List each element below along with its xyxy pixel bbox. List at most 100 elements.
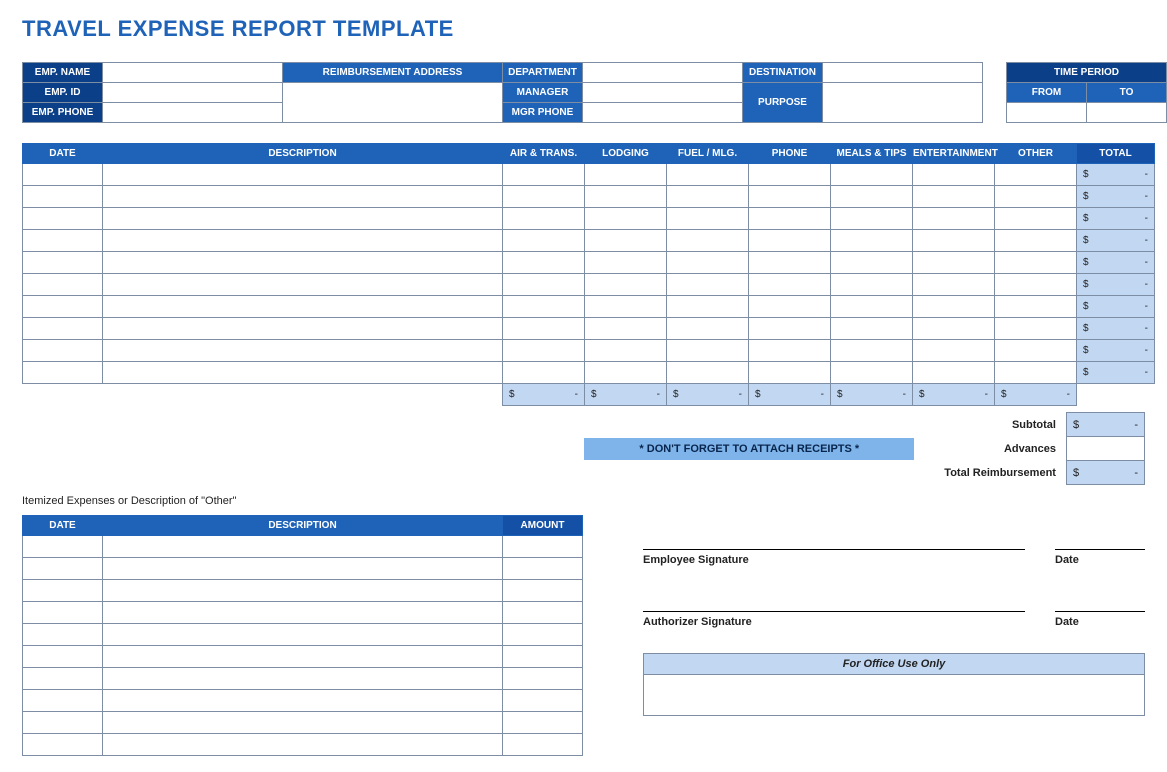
expense-cell[interactable] [103,164,503,186]
expense-cell[interactable] [585,208,667,230]
expense-cell[interactable] [667,186,749,208]
expense-cell[interactable] [749,362,831,384]
expense-cell[interactable] [23,274,103,296]
expense-cell[interactable] [913,340,995,362]
to-field[interactable] [1087,103,1167,123]
expense-cell[interactable] [831,340,913,362]
expense-cell[interactable] [831,164,913,186]
other-cell[interactable] [23,690,103,712]
expense-cell[interactable] [995,340,1077,362]
other-cell[interactable] [503,624,583,646]
expense-cell[interactable] [503,186,585,208]
expense-cell[interactable] [995,252,1077,274]
other-cell[interactable] [103,580,503,602]
other-cell[interactable] [503,536,583,558]
other-cell[interactable] [103,712,503,734]
employee-sig-date-line[interactable]: Date [1055,549,1145,566]
other-cell[interactable] [23,624,103,646]
expense-cell[interactable] [503,208,585,230]
expense-cell[interactable] [749,186,831,208]
expense-cell[interactable] [913,230,995,252]
expense-cell[interactable] [749,208,831,230]
employee-signature-line[interactable]: Employee Signature [643,549,1025,566]
other-cell[interactable] [103,690,503,712]
expense-cell[interactable] [503,230,585,252]
other-cell[interactable] [23,646,103,668]
expense-cell[interactable] [667,252,749,274]
other-cell[interactable] [23,712,103,734]
expense-cell[interactable] [23,362,103,384]
advances-value[interactable] [1066,437,1144,461]
expense-cell[interactable] [503,318,585,340]
expense-cell[interactable] [995,186,1077,208]
other-cell[interactable] [503,668,583,690]
expense-cell[interactable] [103,230,503,252]
other-cell[interactable] [103,558,503,580]
other-cell[interactable] [503,646,583,668]
expense-cell[interactable] [913,318,995,340]
emp-name-field[interactable] [103,63,283,83]
expense-cell[interactable] [913,274,995,296]
manager-field[interactable] [583,83,743,103]
expense-cell[interactable] [585,362,667,384]
expense-cell[interactable] [831,208,913,230]
expense-cell[interactable] [995,164,1077,186]
other-cell[interactable] [503,712,583,734]
expense-cell[interactable] [585,252,667,274]
expense-cell[interactable] [103,186,503,208]
expense-cell[interactable] [667,274,749,296]
reimb-address-field[interactable] [283,83,503,123]
expense-cell[interactable] [995,274,1077,296]
expense-cell[interactable] [103,362,503,384]
purpose-field[interactable] [823,83,983,123]
expense-cell[interactable] [995,296,1077,318]
department-field[interactable] [583,63,743,83]
expense-cell[interactable] [831,318,913,340]
expense-cell[interactable] [667,164,749,186]
expense-cell[interactable] [103,296,503,318]
other-cell[interactable] [23,668,103,690]
expense-cell[interactable] [103,340,503,362]
expense-cell[interactable] [667,340,749,362]
expense-cell[interactable] [667,230,749,252]
other-cell[interactable] [503,734,583,756]
expense-cell[interactable] [585,230,667,252]
expense-cell[interactable] [913,186,995,208]
expense-cell[interactable] [667,208,749,230]
emp-phone-field[interactable] [103,103,283,123]
expense-cell[interactable] [831,230,913,252]
mgr-phone-field[interactable] [583,103,743,123]
expense-cell[interactable] [831,296,913,318]
other-cell[interactable] [503,558,583,580]
other-cell[interactable] [503,690,583,712]
expense-cell[interactable] [23,164,103,186]
expense-cell[interactable] [503,252,585,274]
expense-cell[interactable] [831,274,913,296]
expense-cell[interactable] [913,296,995,318]
expense-cell[interactable] [103,318,503,340]
expense-cell[interactable] [995,362,1077,384]
expense-cell[interactable] [503,164,585,186]
expense-cell[interactable] [749,230,831,252]
expense-cell[interactable] [585,274,667,296]
expense-cell[interactable] [103,208,503,230]
expense-cell[interactable] [23,230,103,252]
expense-cell[interactable] [749,252,831,274]
expense-cell[interactable] [503,362,585,384]
expense-cell[interactable] [23,208,103,230]
expense-cell[interactable] [503,296,585,318]
from-field[interactable] [1007,103,1087,123]
expense-cell[interactable] [585,318,667,340]
expense-cell[interactable] [749,164,831,186]
expense-cell[interactable] [103,252,503,274]
other-cell[interactable] [103,668,503,690]
expense-cell[interactable] [23,252,103,274]
expense-cell[interactable] [667,318,749,340]
expense-cell[interactable] [667,296,749,318]
authorizer-signature-line[interactable]: Authorizer Signature [643,611,1025,628]
expense-cell[interactable] [585,186,667,208]
other-cell[interactable] [23,558,103,580]
expense-cell[interactable] [667,362,749,384]
other-cell[interactable] [23,734,103,756]
other-cell[interactable] [503,602,583,624]
